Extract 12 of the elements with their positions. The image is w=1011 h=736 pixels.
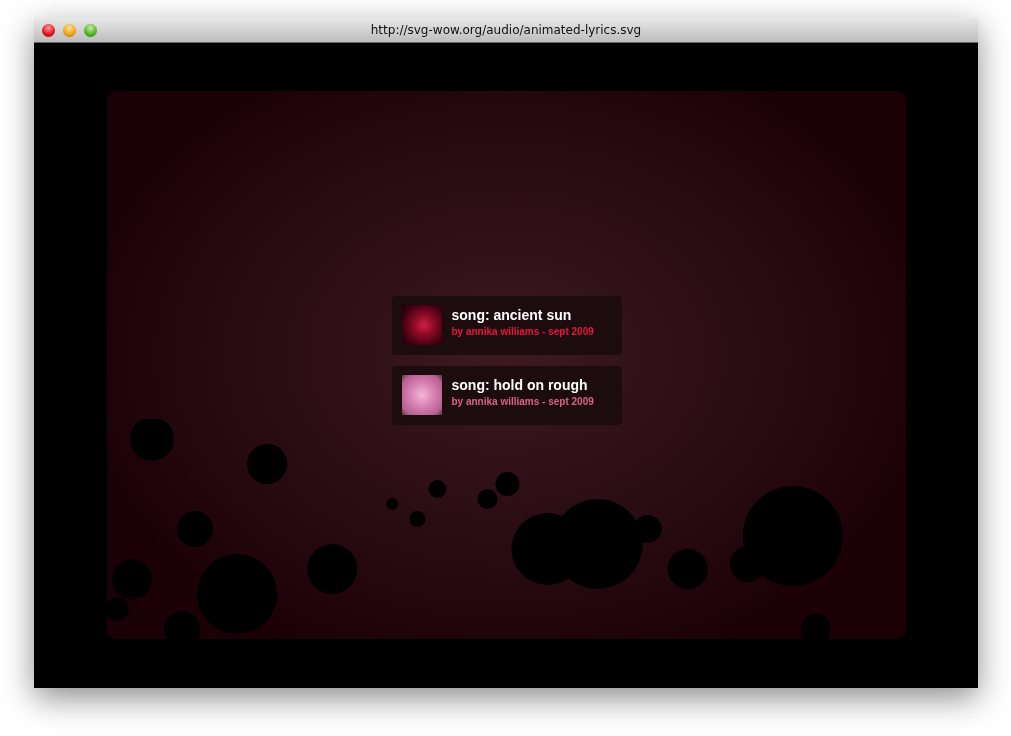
song-card[interactable]: song: ancient sun by annika williams - sept 2009: [391, 295, 622, 355]
song-byline: by annika williams - sept 2009: [451, 396, 594, 407]
album-art-placeholder: [401, 305, 442, 345]
zoom-button[interactable]: [84, 23, 97, 37]
album-art-placeholder: [401, 375, 442, 415]
song-card[interactable]: song: hold on rough by annika williams - sept 2009: [391, 365, 622, 425]
minimize-button[interactable]: [63, 23, 76, 37]
window-title: http://svg-wow.org/audio/animated-lyrics.svg: [370, 23, 642, 37]
song-title: song: hold on rough: [451, 377, 589, 393]
close-button[interactable]: [42, 23, 55, 37]
song-byline: by annika williams - sept 2009: [451, 326, 594, 337]
song-title: song: ancient sun: [451, 307, 573, 323]
